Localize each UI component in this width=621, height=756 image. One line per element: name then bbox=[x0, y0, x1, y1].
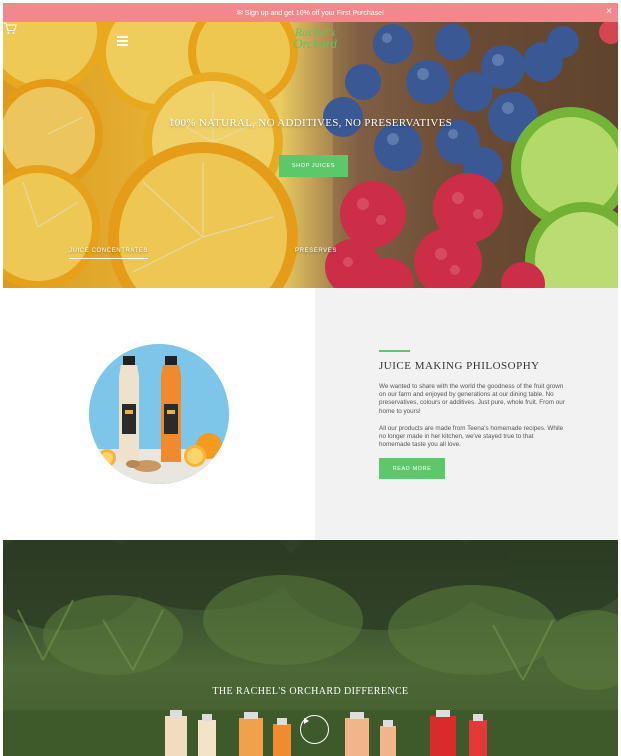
philosophy-paragraph-1: We wanted to share with the world the go… bbox=[379, 383, 565, 415]
philosophy-section: JUICE MAKING PHILOSOPHY We wanted to sha… bbox=[3, 288, 618, 540]
close-icon[interactable]: × bbox=[606, 6, 612, 17]
announcement-bar[interactable]: ✉ Sign up and get 10% off your First Pur… bbox=[3, 3, 618, 22]
difference-section: THE RACHEL'S ORCHARD DIFFERENCE bbox=[3, 540, 618, 756]
hero-title: 100% NATURAL, NO ADDITIVES, NO PRESERVAT… bbox=[168, 117, 453, 129]
preserves-link[interactable]: PRESERVES bbox=[295, 248, 337, 254]
heading-accent-rule bbox=[379, 350, 410, 352]
juice-concentrates-link[interactable]: JUICE CONCENTRATES bbox=[69, 248, 149, 259]
play-icon[interactable] bbox=[300, 715, 329, 744]
shop-juices-button[interactable]: SHOP JUICES bbox=[279, 155, 348, 177]
page: ✉ Sign up and get 10% off your First Pur… bbox=[3, 3, 618, 756]
philosophy-heading: JUICE MAKING PHILOSOPHY bbox=[379, 360, 540, 372]
announcement-text[interactable]: ✉ Sign up and get 10% off your First Pur… bbox=[237, 9, 384, 17]
menu-icon[interactable] bbox=[117, 36, 128, 46]
logo[interactable]: Rachel's Orchard bbox=[282, 26, 348, 57]
difference-title: THE RACHEL'S ORCHARD DIFFERENCE bbox=[212, 686, 409, 697]
philosophy-paragraph-2: All our products are made from Teena's h… bbox=[379, 425, 564, 449]
logo-line2: Orchard bbox=[293, 36, 337, 51]
hero-banner: Rachel's Orchard 100% NATURAL, NO ADDITI… bbox=[3, 22, 618, 288]
read-more-button[interactable]: READ MORE bbox=[379, 458, 445, 479]
juice-bottles-image bbox=[89, 344, 229, 484]
cart-icon[interactable] bbox=[3, 22, 17, 35]
